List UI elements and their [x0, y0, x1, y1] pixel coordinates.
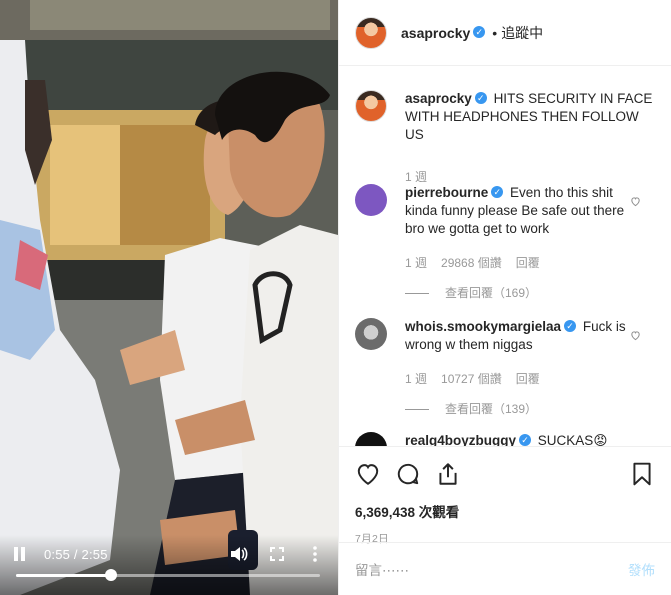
reply-button[interactable]: 回覆	[516, 254, 540, 272]
heart-icon[interactable]	[355, 461, 381, 487]
share-icon[interactable]	[435, 461, 461, 487]
post-actions: 6,369,438 次觀看 7月2日	[339, 446, 671, 546]
video-progress-bar[interactable]	[16, 569, 320, 581]
comment-input[interactable]: 留言⋯⋯	[355, 559, 628, 579]
video-player[interactable]: 0:55 / 2:55	[0, 0, 338, 595]
replies-divider	[405, 292, 429, 294]
comment-username[interactable]: whois.smookymargielaa	[405, 319, 561, 334]
caption-username[interactable]: asaprocky	[405, 91, 472, 106]
view-count[interactable]: 6,369,438 次觀看	[355, 501, 655, 521]
bookmark-icon[interactable]	[629, 461, 655, 487]
comment-item: whois.smookymargielaa ✓ Fuck is wrong w t…	[355, 318, 655, 418]
verified-badge-icon: ✓	[473, 25, 486, 38]
add-comment-bar: 留言⋯⋯ 發佈	[339, 542, 671, 595]
caption: asaprocky ✓ HITS SECURITY IN FACE WITH HE…	[355, 90, 655, 186]
comment-item: pierrebourne ✓ Even tho this shit kinda f…	[355, 184, 655, 302]
separator-dot: •	[492, 24, 498, 41]
verified-badge-icon: ✓	[474, 92, 487, 105]
post-side-panel: asaprocky ✓ • 追蹤中 asaprocky ✓ HITS SECURI…	[338, 0, 671, 595]
volume-icon[interactable]	[230, 545, 248, 563]
video-controls: 0:55 / 2:55	[0, 535, 338, 595]
comment-age: 1 週	[405, 256, 428, 270]
avatar[interactable]	[355, 318, 387, 350]
comment-icon[interactable]	[395, 461, 421, 487]
video-frame	[0, 0, 338, 595]
avatar[interactable]	[355, 432, 387, 446]
replies-divider	[405, 408, 429, 410]
comment-like-heart-icon[interactable]	[630, 330, 641, 341]
pause-icon[interactable]	[14, 547, 28, 561]
comment-username[interactable]: pierrebourne	[405, 185, 488, 200]
reply-button[interactable]: 回覆	[516, 370, 540, 388]
fullscreen-icon[interactable]	[268, 545, 286, 563]
author-username[interactable]: asaprocky	[401, 25, 470, 41]
comment-username[interactable]: realg4boyzbuggy	[405, 433, 516, 446]
comments-list[interactable]: asaprocky ✓ HITS SECURITY IN FACE WITH HE…	[339, 66, 671, 446]
comment-likes[interactable]: 10727 個讚	[441, 370, 502, 388]
video-progress-fill	[16, 574, 112, 577]
post-header: asaprocky ✓ • 追蹤中	[339, 0, 671, 66]
view-replies-button[interactable]: 查看回覆（169）	[405, 284, 631, 302]
avatar[interactable]	[355, 16, 387, 49]
more-options-icon[interactable]	[306, 545, 324, 563]
avatar[interactable]	[355, 184, 387, 216]
verified-badge-icon: ✓	[564, 320, 577, 333]
comment-like-heart-icon[interactable]	[630, 196, 641, 207]
comment-text: SUCKAS😡	[537, 433, 608, 446]
view-replies-button[interactable]: 查看回覆（139）	[405, 400, 631, 418]
follow-status-button[interactable]: 追蹤中	[501, 23, 543, 43]
comment-age: 1 週	[405, 372, 428, 386]
verified-badge-icon: ✓	[491, 186, 504, 199]
verified-badge-icon: ✓	[519, 434, 532, 446]
video-time: 0:55 / 2:55	[44, 546, 108, 562]
avatar[interactable]	[355, 90, 387, 122]
view-replies-label: 查看回覆（139）	[445, 402, 538, 416]
view-replies-label: 查看回覆（169）	[445, 286, 538, 300]
comment-item: realg4boyzbuggy ✓ SUCKAS😡	[355, 432, 655, 446]
instagram-post: 0:55 / 2:55 asaprocky ✓ • 追蹤中 asaprocky …	[0, 0, 671, 595]
comment-likes[interactable]: 29868 個讚	[441, 254, 502, 272]
post-comment-button[interactable]: 發佈	[628, 559, 655, 579]
video-scrubber-handle[interactable]	[105, 569, 118, 581]
